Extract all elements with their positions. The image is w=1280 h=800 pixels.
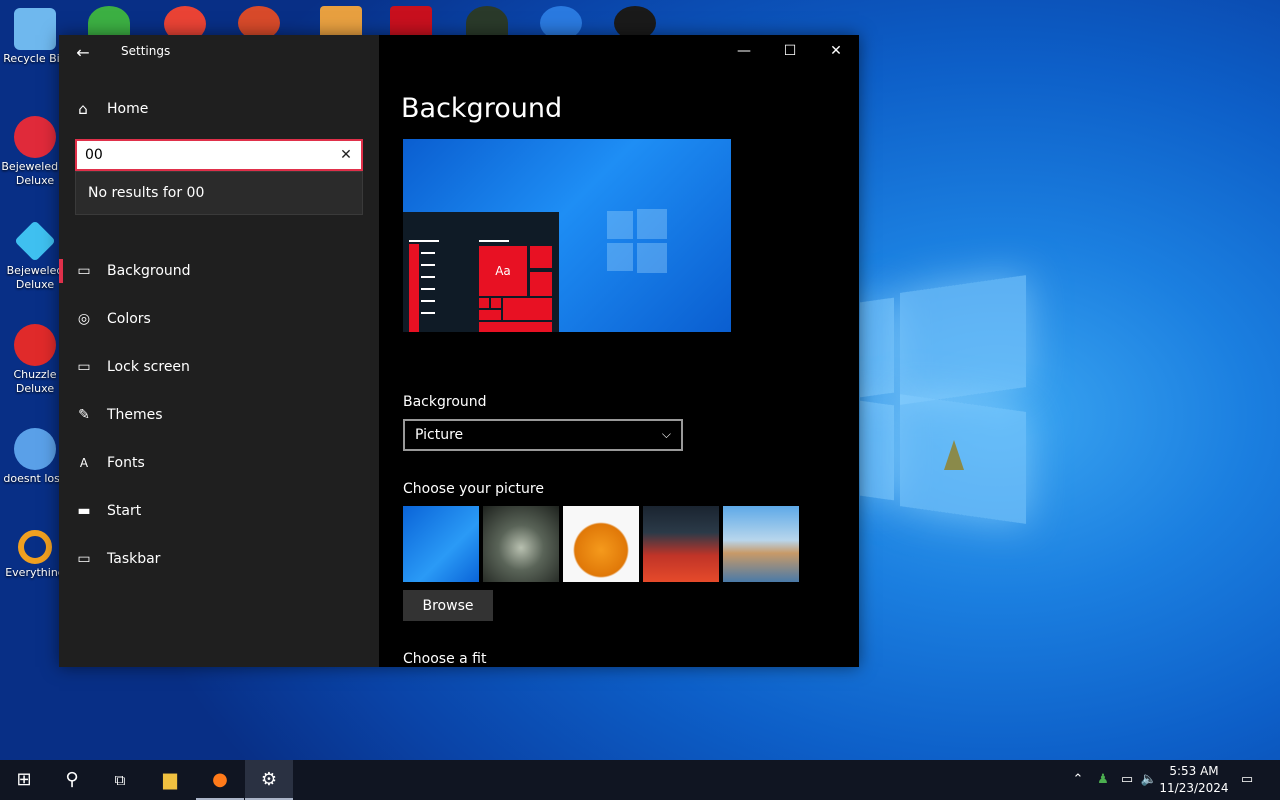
palette-icon: ◎: [77, 311, 91, 327]
chuzzle-icon: [14, 324, 56, 366]
user-icon: ♟: [1097, 772, 1109, 787]
choose-picture-label: Choose your picture: [403, 481, 544, 497]
choose-fit-label: Choose a fit: [403, 651, 487, 667]
desktop-character-sprite: [944, 440, 964, 470]
mail-icon: [14, 428, 56, 470]
task-view-button[interactable]: ⧉: [96, 760, 144, 800]
picture-thumb-face[interactable]: [483, 506, 559, 582]
windows-icon: ⊞: [16, 769, 32, 790]
nav-item-themes[interactable]: ✎ Themes: [59, 391, 379, 439]
taskbar: ⊞ ⚲ ⧉ ▆ ● ⚙ ⌃ ♟ ▭ 🔈 5:53 AM 11/23/2024 ▭: [0, 760, 1280, 800]
search-no-results: No results for 00: [75, 171, 363, 215]
volume-tray-button[interactable]: 🔈: [1138, 760, 1160, 800]
chevron-down-icon: ⌵: [661, 427, 671, 441]
preview-windows-logo: [607, 209, 667, 273]
action-center-button[interactable]: ▭: [1234, 760, 1260, 800]
clock[interactable]: 5:53 AM 11/23/2024: [1158, 763, 1230, 797]
task-view-icon: ⧉: [114, 771, 126, 789]
picture-thumb-cartoon[interactable]: [643, 506, 719, 582]
background-label: Background: [403, 394, 487, 410]
network-icon: ▭: [1120, 772, 1134, 787]
background-type-dropdown[interactable]: Picture ⌵: [403, 419, 683, 451]
file-explorer-button[interactable]: ▆: [146, 760, 194, 800]
start-icon: ▬: [77, 503, 91, 519]
browse-button[interactable]: Browse: [403, 590, 493, 621]
dropdown-value: Picture: [415, 427, 464, 443]
magnifier-icon: [18, 530, 52, 564]
personalization-nav-list: ▭ Background ◎ Colors ▭ Lock screen ✎ Th…: [59, 247, 379, 583]
picture-thumb-pumpkin[interactable]: [563, 506, 639, 582]
diamond-icon: [14, 220, 56, 262]
picture-thumbnails: [403, 506, 803, 582]
gear-icon: ⚙: [260, 769, 278, 790]
page-title: Background: [401, 93, 563, 124]
nav-item-background[interactable]: ▭ Background: [59, 247, 379, 295]
nav-item-taskbar[interactable]: ▭ Taskbar: [59, 535, 379, 583]
clear-search-icon[interactable]: ✕: [337, 146, 355, 164]
picture-thumb-beach[interactable]: [723, 506, 799, 582]
background-preview: Aa: [403, 139, 731, 332]
close-button[interactable]: ✕: [813, 35, 859, 67]
desktop-wallpaper-logo: [860, 275, 1028, 524]
start-button[interactable]: ⊞: [0, 760, 48, 800]
nav-item-colors[interactable]: ◎ Colors: [59, 295, 379, 343]
speaker-icon: 🔈: [1140, 772, 1158, 787]
home-link[interactable]: ⌂ Home: [75, 97, 148, 121]
preview-start-menu: Aa: [403, 212, 559, 332]
home-label: Home: [107, 101, 149, 117]
firefox-button[interactable]: ●: [196, 760, 244, 800]
user-tray-button[interactable]: ♟: [1092, 760, 1114, 800]
home-icon: ⌂: [78, 100, 88, 118]
clock-time: 5:53 AM: [1169, 764, 1219, 778]
search-icon: ⚲: [65, 769, 79, 790]
show-hidden-icons-button[interactable]: ⌃: [1068, 760, 1088, 800]
nav-item-start[interactable]: ▬ Start: [59, 487, 379, 535]
firefox-icon: ●: [212, 769, 228, 790]
settings-search-box[interactable]: ✕: [75, 139, 363, 171]
minimize-button[interactable]: —: [721, 35, 767, 67]
settings-nav-pane: ← Settings ⌂ Home ✕ No results for 00 ▭ …: [59, 35, 379, 667]
preview-tile-aa: Aa: [479, 246, 527, 296]
fonts-icon: A: [79, 456, 89, 470]
image-icon: ▭: [77, 263, 91, 279]
bejeweled-2-icon: [14, 116, 56, 158]
settings-taskbar-button[interactable]: ⚙: [245, 760, 293, 800]
network-tray-button[interactable]: ▭: [1116, 760, 1138, 800]
settings-content-pane: — ☐ ✕ Background Aa Background Picture ⌵…: [379, 35, 859, 667]
nav-item-fonts[interactable]: A Fonts: [59, 439, 379, 487]
nav-item-lock-screen[interactable]: ▭ Lock screen: [59, 343, 379, 391]
themes-icon: ✎: [78, 407, 90, 423]
notification-icon: ▭: [1240, 772, 1254, 787]
search-input[interactable]: [85, 145, 325, 165]
picture-thumb-windows[interactable]: [403, 506, 479, 582]
back-arrow-icon[interactable]: ←: [71, 41, 95, 65]
search-button[interactable]: ⚲: [48, 760, 96, 800]
maximize-button[interactable]: ☐: [767, 35, 813, 67]
chevron-up-icon: ⌃: [1072, 772, 1084, 787]
lock-screen-icon: ▭: [77, 359, 91, 375]
folder-icon: ▆: [163, 769, 177, 790]
taskbar-icon: ▭: [77, 551, 91, 567]
clock-date: 11/23/2024: [1159, 781, 1229, 795]
recycle-bin-icon: [14, 8, 56, 50]
window-title: Settings: [121, 44, 171, 58]
settings-window: ← Settings ⌂ Home ✕ No results for 00 ▭ …: [59, 35, 859, 667]
